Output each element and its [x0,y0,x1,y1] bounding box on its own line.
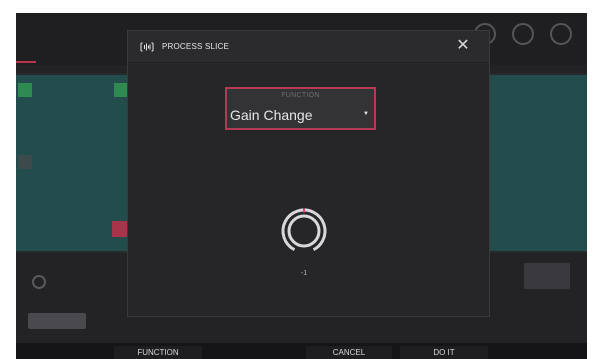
background-marker [114,83,128,97]
background-accent-line [16,61,36,63]
chevron-down-icon: ▼ [363,111,369,117]
background-icon-2 [512,23,534,45]
dialog-title: PROCESS SLICE [162,42,230,51]
gain-knob[interactable] [279,206,329,256]
knob-value: -1 [300,270,308,277]
background-start-marker [18,83,32,97]
background-button [524,263,570,289]
function-select[interactable]: FUNCTION Gain Change ▼ [225,87,376,130]
background-knob [32,275,46,289]
process-slice-dialog: PROCESS SLICE ✕ FUNCTION Gain Change ▼ -… [127,30,490,317]
background-icon-3 [550,23,572,45]
waveform-icon [140,42,154,52]
background-waveform-right [479,75,587,251]
function-value: Gain Change [230,107,313,123]
dialog-header: PROCESS SLICE ✕ [128,31,489,63]
function-label: FUNCTION [281,92,320,99]
background-tab [28,313,86,329]
cancel-button[interactable]: CANCEL [306,346,392,359]
footer-bar [16,343,587,359]
dialog-body: FUNCTION Gain Change ▼ -1 [128,64,489,316]
background-tool-icons [494,267,522,283]
close-icon[interactable]: ✕ [455,38,471,54]
function-button[interactable]: FUNCTION [114,346,202,359]
do-it-button[interactable]: DO IT [400,346,488,359]
background-header-icons [474,23,584,53]
background-slice-marker [18,155,32,169]
device-screen: FUNCTION CANCEL DO IT PROCESS SLICE ✕ FU… [16,13,587,359]
background-end-marker [112,221,128,237]
